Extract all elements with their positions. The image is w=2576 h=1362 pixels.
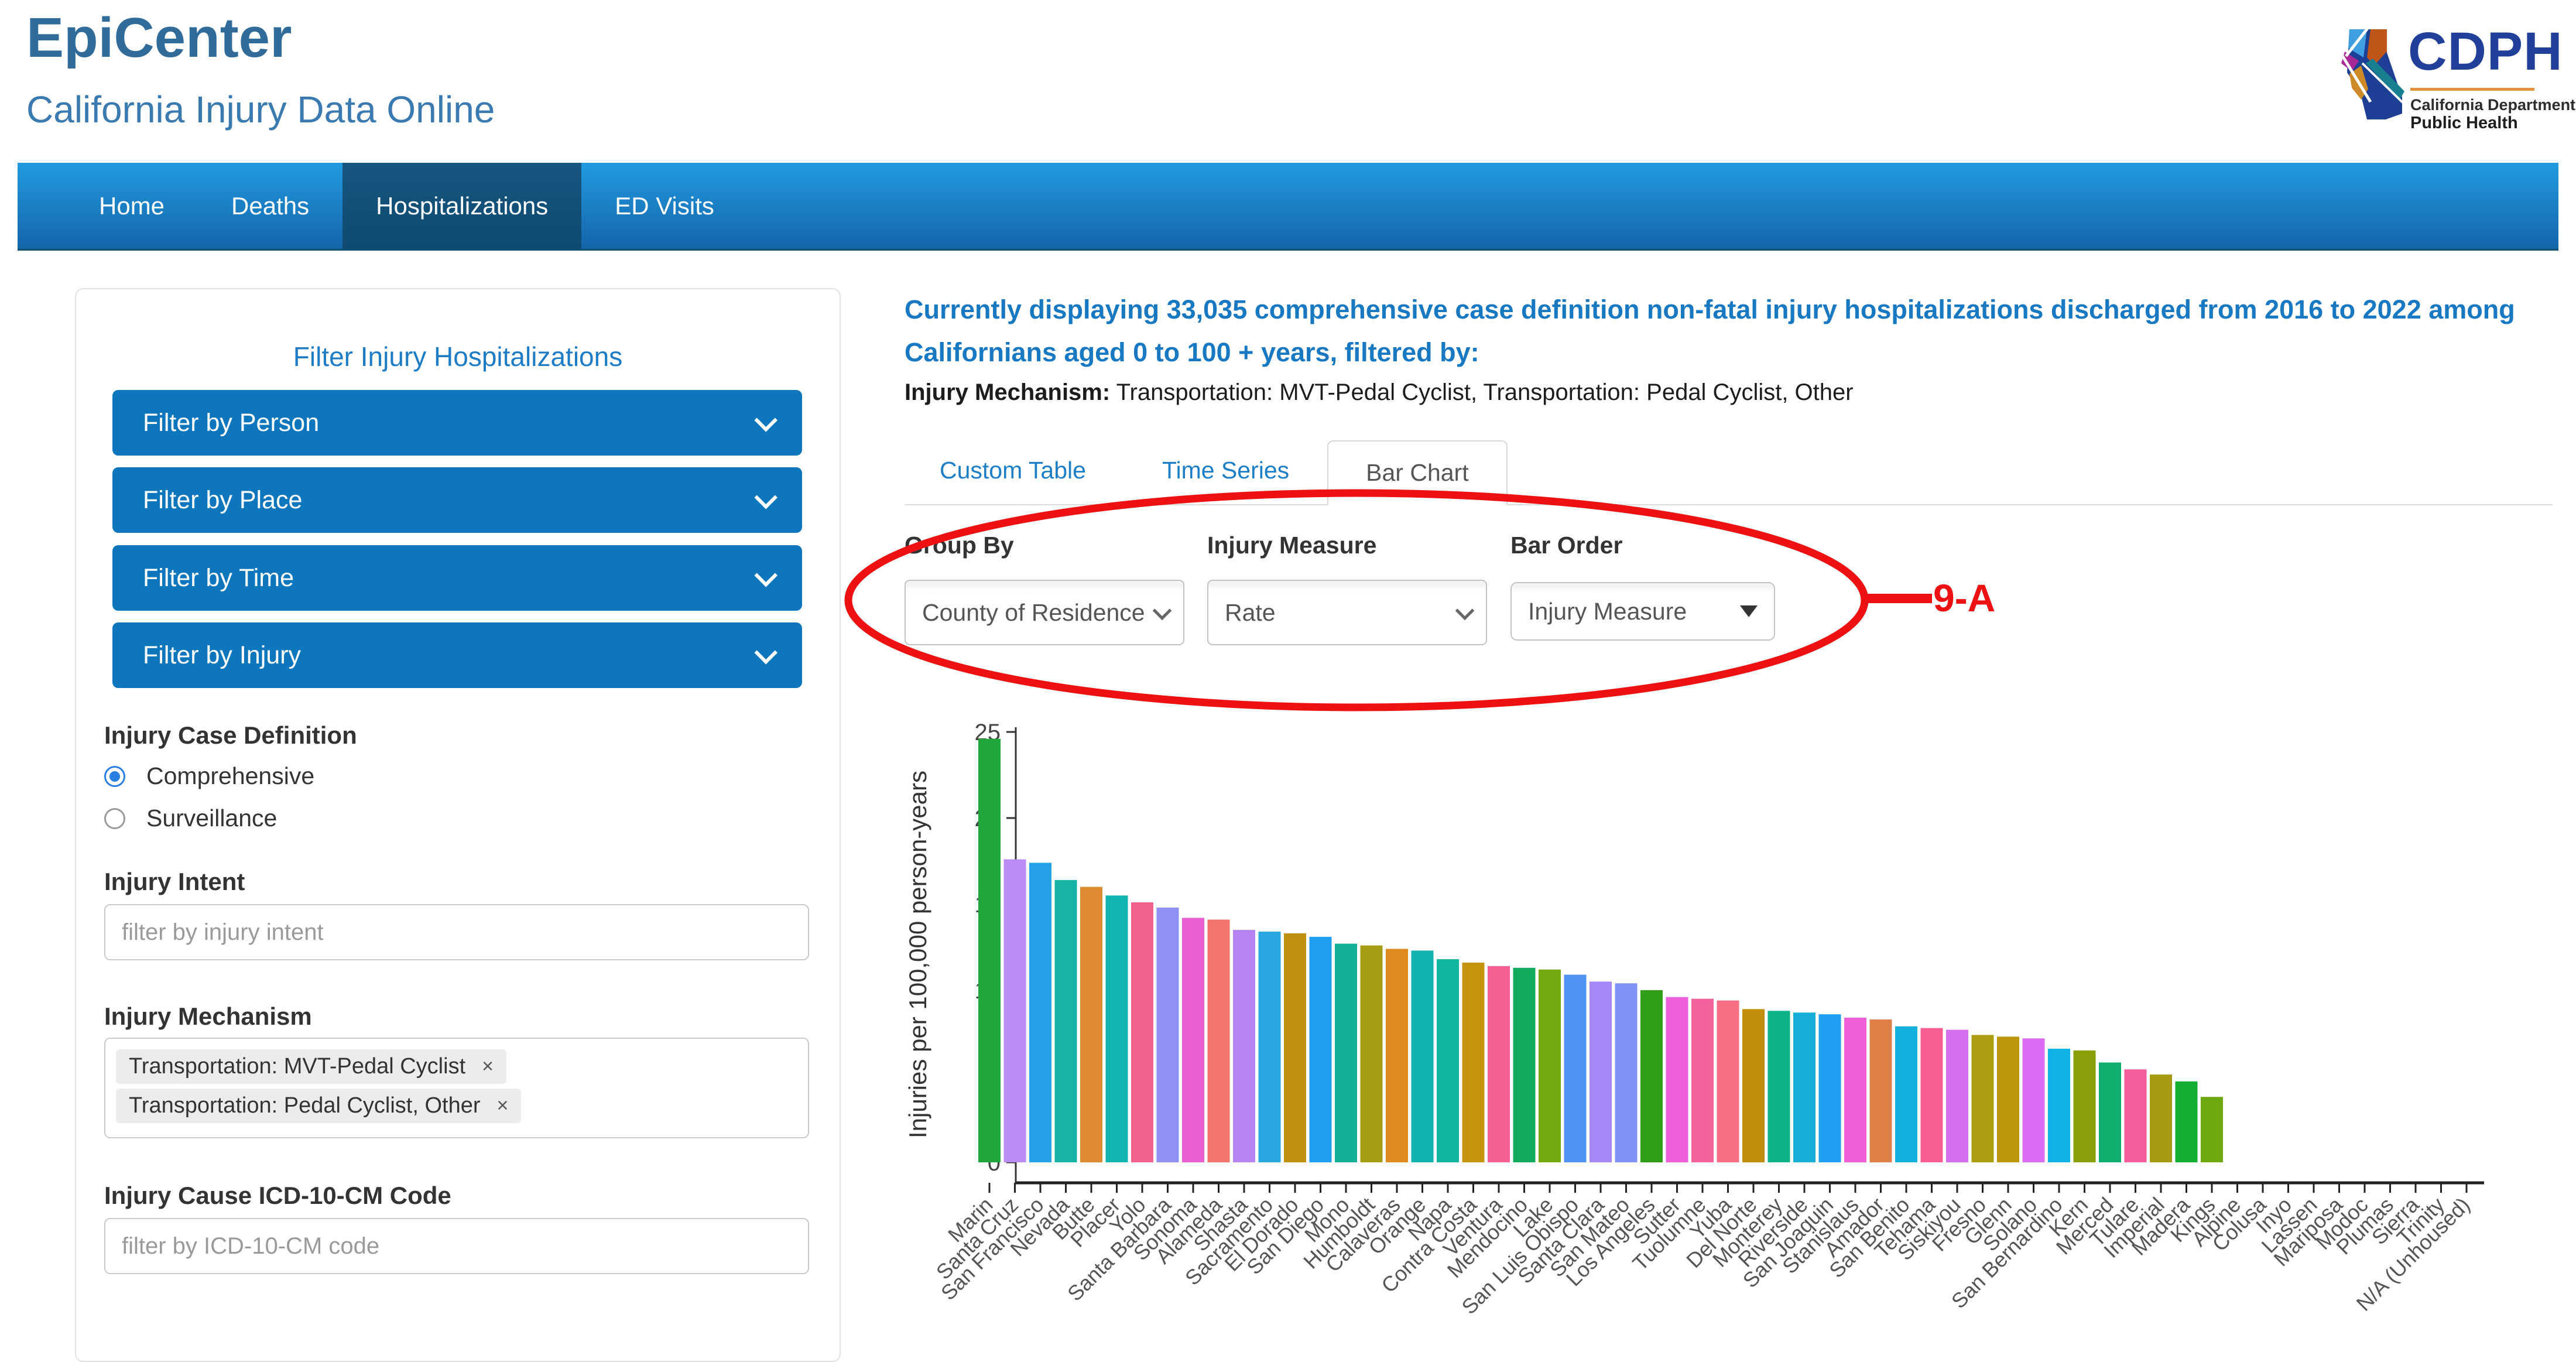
accordion-filter-by-person[interactable]: Filter by Person: [112, 390, 802, 456]
svg-text:Injuries per 100,000 person-ye: Injuries per 100,000 person-years: [904, 771, 931, 1138]
group-by-select[interactable]: County of Residence: [905, 580, 1184, 645]
bar-order-dropdown[interactable]: Injury Measure: [1510, 582, 1775, 641]
icd-code-label: Injury Cause ICD-10-CM Code: [104, 1182, 451, 1210]
case-definition-label: Injury Case Definition: [104, 721, 357, 750]
accordion-label: Filter by Place: [143, 486, 302, 515]
accordion-label: Filter by Injury: [143, 641, 301, 670]
injury-mechanism-label: Injury Mechanism: [104, 1002, 312, 1031]
nav-item-hospitalizations[interactable]: Hospitalizations: [342, 163, 581, 249]
tag-text: Transportation: Pedal Cyclist, Other: [129, 1093, 481, 1118]
results-summary: Currently displaying 33,035 comprehensiv…: [905, 288, 2576, 374]
triangle-down-icon: [1740, 605, 1758, 617]
cdph-acronym: CDPH: [2408, 21, 2563, 83]
logo-org-line1: California Department of: [2410, 96, 2576, 114]
accordion-label: Filter by Time: [143, 564, 294, 593]
injury-intent-input[interactable]: [104, 904, 809, 960]
nav-item-ed-visits[interactable]: ED Visits: [581, 163, 748, 249]
injury-measure-label: Injury Measure: [1207, 532, 1376, 559]
group-by-value: County of Residence: [922, 599, 1145, 627]
tag-text: Transportation: MVT-Pedal Cyclist: [129, 1054, 465, 1079]
icd-code-input[interactable]: [104, 1218, 809, 1274]
bar-order-value: Injury Measure: [1528, 598, 1687, 625]
california-state-icon: [2333, 16, 2406, 131]
logo-org-line2: Public Health: [2410, 114, 2518, 133]
radio-row-comprehensive[interactable]: Comprehensive: [104, 762, 314, 790]
mechanism-tag: Transportation: Pedal Cyclist, Other ×: [116, 1089, 521, 1123]
annotation-callout-9A: 9-A: [1933, 576, 1995, 620]
cdph-logo: CDPH California Department of Public Hea…: [2333, 16, 2550, 131]
primary-nav: Home Deaths Hospitalizations ED Visits: [18, 163, 2558, 251]
injury-measure-select[interactable]: Rate: [1207, 580, 1487, 645]
injury-mechanism-multiselect[interactable]: Transportation: MVT-Pedal Cyclist × Tran…: [104, 1038, 809, 1138]
accordion-filter-by-injury[interactable]: Filter by Injury: [112, 622, 802, 688]
bar-order-label: Bar Order: [1510, 532, 1622, 559]
radio-surveillance[interactable]: [104, 808, 125, 829]
page-title: EpiCenter: [26, 6, 292, 70]
logo-divider: [2410, 88, 2534, 91]
radio-comprehensive[interactable]: [104, 766, 125, 787]
chevron-down-icon: [1455, 601, 1475, 620]
radio-row-surveillance[interactable]: Surveillance: [104, 805, 277, 832]
tab-bar-chart[interactable]: Bar Chart: [1327, 440, 1507, 505]
remove-tag-icon[interactable]: ×: [482, 1055, 494, 1078]
accordion-filter-by-time[interactable]: Filter by Time: [112, 545, 802, 611]
remove-tag-icon[interactable]: ×: [497, 1094, 509, 1117]
filter-panel-title: Filter Injury Hospitalizations: [76, 341, 840, 372]
nav-item-deaths[interactable]: Deaths: [198, 163, 342, 249]
accordion-label: Filter by Person: [143, 409, 319, 437]
injury-intent-label: Injury Intent: [104, 868, 245, 896]
active-filter-label: Injury Mechanism:: [905, 379, 1110, 405]
epicenter-page: EpiCenter California Injury Data Online …: [0, 0, 2576, 1338]
accordion-filter-by-place[interactable]: Filter by Place: [112, 467, 802, 533]
group-by-label: Group By: [905, 532, 1014, 559]
chevron-down-icon: [1153, 601, 1172, 620]
radio-label: Surveillance: [146, 805, 277, 832]
chevron-down-icon: [754, 409, 777, 432]
radio-label: Comprehensive: [146, 762, 314, 790]
chevron-down-icon: [754, 641, 777, 665]
chevron-down-icon: [754, 486, 777, 509]
filter-panel: Filter Injury Hospitalizations Filter by…: [75, 288, 841, 1362]
mechanism-tag: Transportation: MVT-Pedal Cyclist ×: [116, 1049, 506, 1084]
tab-time-series[interactable]: Time Series: [1150, 457, 1301, 484]
injury-measure-value: Rate: [1225, 599, 1276, 627]
chevron-down-icon: [754, 564, 777, 587]
active-filters-line: Injury Mechanism: Transportation: MVT-Pe…: [905, 379, 1854, 406]
active-filter-value: Transportation: MVT-Pedal Cyclist, Trans…: [1110, 379, 1853, 405]
tab-custom-table[interactable]: Custom Table: [928, 457, 1098, 484]
bar-chart: 0510152025Injuries per 100,000 person-ye…: [902, 723, 2553, 1338]
page-subtitle: California Injury Data Online: [26, 88, 495, 131]
view-tabs: Custom Table Time Series Bar Chart: [905, 436, 2553, 505]
nav-item-home[interactable]: Home: [66, 163, 198, 249]
